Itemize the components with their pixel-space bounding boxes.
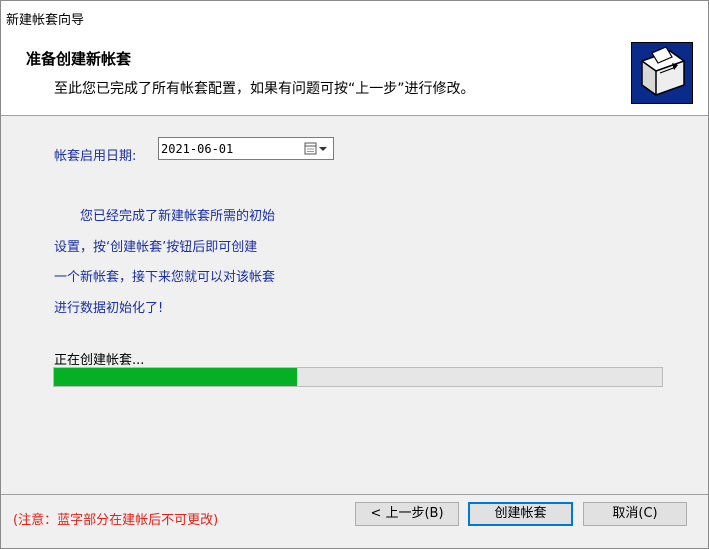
- calendar-dropdown-icon[interactable]: [302, 141, 330, 156]
- start-date-value[interactable]: 2021-06-01: [161, 142, 233, 156]
- description-line: 一个新帐套，接下来您就可以对该帐套: [54, 270, 276, 285]
- prev-button[interactable]: < 上一步(B): [355, 502, 459, 526]
- wizard-content: 帐套启用日期: 2021-06-01 您已经完成了新建帐套所需的初始 设置，按‘…: [1, 116, 708, 496]
- progress-fill: [54, 368, 298, 386]
- window-title: 新建帐套向导: [6, 13, 85, 28]
- title-bar: 新建帐套向导: [1, 1, 708, 32]
- create-account-button[interactable]: 创建帐套: [468, 502, 573, 526]
- progress-bar: [53, 367, 663, 387]
- footer-note: (注意：蓝字部分在建帐后不可更改): [13, 513, 219, 528]
- description-line: 您已经完成了新建帐套所需的初始: [54, 209, 276, 224]
- start-date-picker[interactable]: 2021-06-01: [158, 137, 334, 160]
- footer-divider: [1, 494, 708, 495]
- description-line: 进行数据初始化了!: [54, 300, 164, 316]
- wizard-header: 准备创建新帐套 至此您已完成了所有帐套配置，如果有问题可按“上一步”进行修改。: [1, 32, 708, 116]
- date-label: 帐套启用日期:: [54, 149, 137, 164]
- header-title: 准备创建新帐套: [26, 50, 132, 68]
- description-line: 设置，按‘创建帐套’按钮后即可创建: [54, 239, 258, 255]
- wizard-window: 新建帐套向导 准备创建新帐套 至此您已完成了所有帐套配置，如果有问题可按“上一步…: [0, 0, 709, 549]
- header-subtitle: 至此您已完成了所有帐套配置，如果有问题可按“上一步”进行修改。: [54, 81, 475, 97]
- cancel-button[interactable]: 取消(C): [583, 502, 687, 526]
- progress-label: 正在创建帐套...: [54, 353, 145, 368]
- description-text: 您已经完成了新建帐套所需的初始 设置，按‘创建帐套’按钮后即可创建 一个新帐套，…: [54, 202, 324, 324]
- wizard-box-icon: [631, 42, 693, 104]
